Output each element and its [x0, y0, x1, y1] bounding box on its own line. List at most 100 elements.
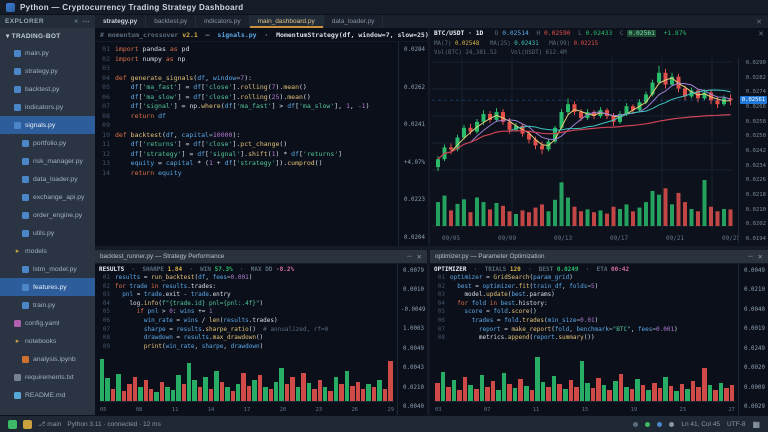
x-axis-label: 11 [172, 407, 179, 413]
bar [652, 383, 657, 401]
tree-item[interactable]: signals.py [0, 116, 95, 134]
cursor-position[interactable]: Ln 41, Col 45 [681, 421, 720, 428]
tree-item[interactable]: indicators.py [0, 98, 95, 116]
py-file-icon [14, 86, 21, 93]
minimize-icon[interactable]: ─ [748, 253, 753, 260]
code-line: 09 [95, 121, 397, 131]
bar [691, 381, 696, 401]
tree-item[interactable]: order_engine.py [0, 206, 95, 224]
value-cell: 0.0049 [401, 346, 424, 352]
panel-right-header[interactable]: optimizer.py — Parameter Optimization ─ … [430, 250, 768, 264]
x-axis-label: 23 [680, 407, 687, 413]
bar-chart-left [100, 355, 394, 402]
value-cell: 0.0049 [742, 268, 765, 274]
tree-item-label: backtest.py [25, 86, 59, 93]
remote-icon[interactable] [633, 422, 638, 427]
online-icon[interactable] [645, 422, 650, 427]
sync-status-icon[interactable] [23, 420, 32, 429]
window-title: Python — Cryptocurrency Trading Strategy… [20, 3, 243, 12]
tab[interactable]: main_dashboard.py [250, 15, 324, 28]
value-cell: 0.0210 [401, 385, 424, 391]
tree-item[interactable]: data_loader.py [0, 170, 95, 188]
time-axis-label: 09/13 [554, 235, 572, 242]
py-file-icon [22, 230, 29, 237]
tree-item[interactable]: config.yaml [0, 314, 95, 332]
panel-right-title: optimizer.py — Parameter Optimization [435, 253, 545, 260]
chart-close-icon[interactable]: ✕ [758, 30, 764, 38]
x-axis-label: 11 [533, 407, 540, 413]
tree-item[interactable]: exchange_api.py [0, 188, 95, 206]
tree-item[interactable]: features.py [0, 278, 95, 296]
tree-item-label: signals.py [25, 122, 55, 129]
yaml-file-icon [14, 320, 21, 327]
tree-item[interactable]: utils.py [0, 224, 95, 242]
close-icon[interactable]: ✕ [758, 253, 763, 261]
minimize-icon[interactable]: ─ [407, 253, 412, 260]
candlestick-chart[interactable]: 09/0509/0909/1309/1709/2109/25 [432, 58, 738, 246]
panel-left-header[interactable]: backtest_runner.py — Strategy Performanc… [95, 250, 427, 264]
layout-grid-icon[interactable]: ▦ [752, 420, 760, 429]
tab[interactable]: strategy.py [95, 15, 146, 28]
tree-item[interactable]: analysis.ipynb [0, 350, 95, 368]
values-column-right: 0.00490.02100.00400.00190.02490.00200.00… [738, 263, 768, 415]
bar [307, 383, 311, 401]
bar [557, 384, 562, 401]
bell-icon[interactable] [669, 422, 674, 427]
tree-item[interactable]: README.md [0, 386, 95, 404]
tabbar-close-icon[interactable]: ✕ [750, 15, 768, 28]
file-tree: ▾ TRADING-BOT main.pystrategy.py backtest… [0, 28, 95, 415]
code-line: 04 for fold in best.history: [430, 300, 739, 309]
value-cell: 0.0009 [742, 385, 765, 391]
tree-item[interactable]: backtest.py [0, 80, 95, 98]
bar [165, 387, 169, 401]
bar [345, 371, 349, 401]
price-label: 0.0274 [741, 89, 766, 95]
bar [263, 387, 267, 401]
bar [133, 377, 137, 401]
tree-item[interactable]: strategy.py [0, 62, 95, 80]
tree-item[interactable]: main.py [0, 44, 95, 62]
price-axis: 0.02900.02820.02740.02660.02580.02500.02… [738, 58, 768, 244]
bar [116, 374, 120, 401]
more-icon[interactable]: ⋯ [83, 18, 90, 26]
bar [541, 382, 546, 401]
tree-item[interactable]: ▸models [0, 242, 95, 260]
price-label: 0.0234 [741, 163, 766, 169]
code-editor-top[interactable]: # momentum_crossover v2.1 — signals.py ·… [95, 28, 428, 246]
tab[interactable]: data_loader.py [324, 15, 384, 28]
py-file-icon [22, 176, 29, 183]
panel-right-subline: OPTIMIZER · TRIALS 120 · BEST 0.0249 · E… [430, 264, 768, 274]
tree-item[interactable]: train.py [0, 296, 95, 314]
tree-item[interactable]: requirements.txt [0, 368, 95, 386]
value-cell: 0.0079 [401, 268, 424, 274]
bar [607, 390, 612, 401]
tab[interactable]: backtest.py [146, 15, 196, 28]
tree-root[interactable]: ▾ TRADING-BOT [0, 28, 95, 44]
collapse-icon[interactable]: « [74, 18, 78, 26]
branch-label[interactable]: ⎇ main [38, 420, 61, 428]
code-line: 07 report = make_report(fold, benchmark=… [430, 326, 739, 335]
tree-item[interactable]: lstm_model.py [0, 260, 95, 278]
bar [328, 391, 332, 401]
ipynb-file-icon [22, 356, 29, 363]
tree-item[interactable]: portfolio.py [0, 134, 95, 152]
close-icon[interactable]: ✕ [417, 253, 422, 261]
time-axis-label: 09/17 [610, 235, 628, 242]
tab-bar: strategy.pybacktest.pyindicators.pymain_… [95, 15, 768, 29]
tree-item[interactable]: ▸notebooks [0, 332, 95, 350]
tab[interactable]: indicators.py [196, 15, 250, 28]
encoding-label[interactable]: UTF-8 [727, 421, 745, 428]
bar [366, 384, 370, 401]
bar [312, 389, 316, 401]
bar [485, 387, 490, 401]
panel-left-subline: RESULTS · SHARPE 1.84 · WIN 57.3% · MAX … [95, 264, 427, 274]
run-status-icon[interactable] [8, 420, 17, 429]
py-file-icon [14, 122, 21, 129]
chart-panel: BTC/USDT · 1D O 0.02514 H 0.02590 L 0.02… [430, 28, 768, 246]
notifications-icon[interactable] [657, 422, 662, 427]
tree-item[interactable]: risk_manager.py [0, 152, 95, 170]
time-axis-label: 09/25 [722, 235, 738, 242]
code-line: 04def generate_signals(df, window=7): [95, 74, 397, 84]
value-cell: 0.0249 [742, 346, 765, 352]
chart-symbol-ohlc: BTC/USDT · 1D O 0.02514 H 0.02590 L 0.02… [434, 30, 686, 37]
